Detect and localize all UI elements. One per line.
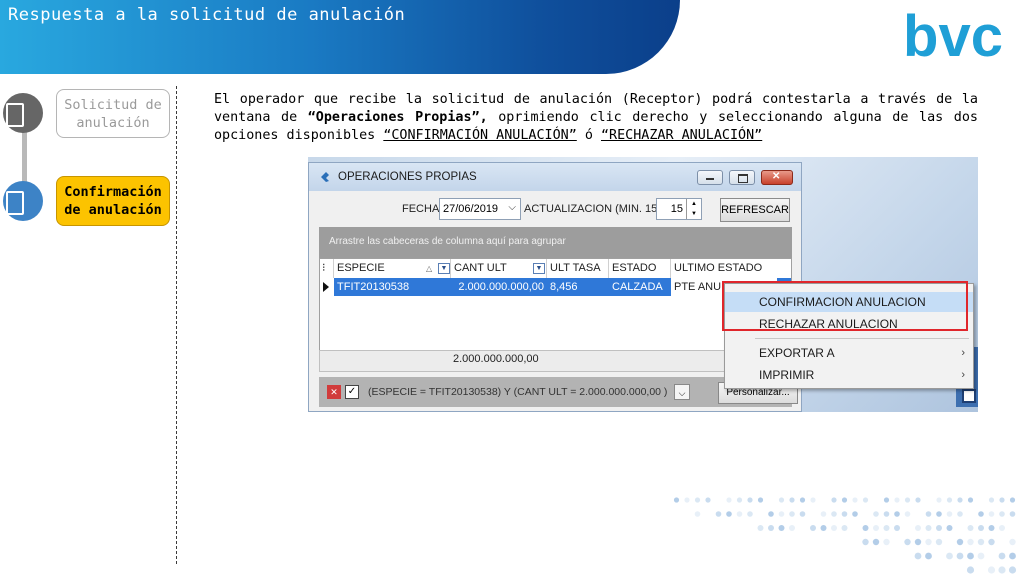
clear-filter-icon[interactable]: ✕ [327,385,341,399]
desc-option-reject: “RECHAZAR ANULACIÓN” [600,128,763,143]
minimize-button[interactable] [697,170,723,185]
chevron-down-icon[interactable]: ⌵ [508,202,516,213]
filter-icon[interactable]: ▼ [438,263,450,274]
close-button[interactable] [761,170,793,185]
step-confirmacion-anulacion[interactable]: Confirmación de anulación [56,176,170,226]
actualizacion-label: ACTUALIZACION (MIN. 15) [524,203,661,215]
chevron-right-icon: › [961,369,965,381]
chevron-right-icon: › [961,347,965,359]
filter-icon[interactable]: ▼ [533,263,545,274]
window-titlebar: OPERACIONES PROPIAS [309,163,801,191]
desc-option-confirm: “CONFIRMACIÓN ANULACIÓN” [383,128,577,143]
filter-dropdown-icon[interactable]: ⌵ [674,384,690,400]
fecha-label: FECHA [402,203,440,215]
group-by-area[interactable]: Arrastre las cabeceras de columna aquí p… [319,227,792,258]
menu-separator [755,338,969,339]
fecha-date-picker[interactable]: 27/06/2019 ⌵ [439,198,521,220]
step2-label: Confirmación de anulación [64,184,162,218]
background-square-icon [962,389,976,403]
column-header-ult-tasa[interactable]: ULT TASA [547,259,609,278]
app-icon [321,172,329,182]
stepper-arrows-icon[interactable]: ▲ ▼ [686,199,701,219]
fecha-value: 27/06/2019 [443,203,499,215]
column-header-especie[interactable]: ESPECIE △ ▼ [334,259,451,278]
filter-enabled-checkbox[interactable]: ✓ [345,385,359,399]
decorative-dots [673,497,1017,574]
summary-row: 2.000.000.000,00 [319,350,792,372]
cell-cant-ult[interactable]: 2.000.000.000,00 [451,278,547,296]
description-paragraph: El operador que recibe la solicitud de a… [214,91,978,145]
section-divider [176,86,177,564]
row-selector-header: ⁝ [320,259,334,278]
header-band: Respuesta a la solicitud de anulación [0,0,680,74]
column-header-cant-ult[interactable]: CANT ULT ▼ [451,259,547,278]
desc-part3: ó [576,128,601,143]
highlight-box [722,281,968,331]
filter-expression: (ESPECIE = TFIT20130538) Y (CANT ULT = 2… [368,386,668,398]
window-title: OPERACIONES PROPIAS [338,171,477,183]
sort-asc-icon[interactable]: △ [426,259,432,278]
cell-ult-tasa[interactable]: 8,456 [547,278,609,296]
bvc-logo: bvc [903,6,1003,68]
cell-especie[interactable]: TFIT20130538 [334,278,451,296]
actualizacion-stepper[interactable]: 15 ▲ ▼ [656,198,702,220]
actualizacion-value: 15 [670,203,683,215]
menu-item-imprimir[interactable]: IMPRIMIR › [725,365,973,385]
row-pointer-icon [323,282,329,292]
column-header-estado[interactable]: ESTADO [609,259,671,278]
summary-cant-ult: 2.000.000.000,00 [453,353,539,365]
group-hint: Arrastre las cabeceras de columna aquí p… [329,236,566,247]
step1-label: Solicitud de anulación [64,96,162,131]
embedded-screenshot: OPERACIONES PROPIAS FECHA 27/06/2019 ⌵ A… [308,157,978,412]
step1-icon [3,93,43,133]
desc-bold: “Operaciones Propias”, [307,110,488,125]
step-solicitud-anulacion[interactable]: Solicitud de anulación [56,89,170,138]
refrescar-button[interactable]: REFRESCAR [720,198,790,222]
column-header-ultimo-estado[interactable]: ULTIMO ESTADO [671,259,791,278]
logo-text: bvc [903,6,1003,68]
menu-item-exportar-a[interactable]: EXPORTAR A › [725,343,973,363]
maximize-button[interactable] [729,170,755,185]
cell-estado[interactable]: CALZADA [609,278,671,296]
step2-icon [3,181,43,221]
filter-bar: ✕ ✓ (ESPECIE = TFIT20130538) Y (CANT ULT… [319,377,798,407]
slide-title: Respuesta a la solicitud de anulación [8,5,406,25]
